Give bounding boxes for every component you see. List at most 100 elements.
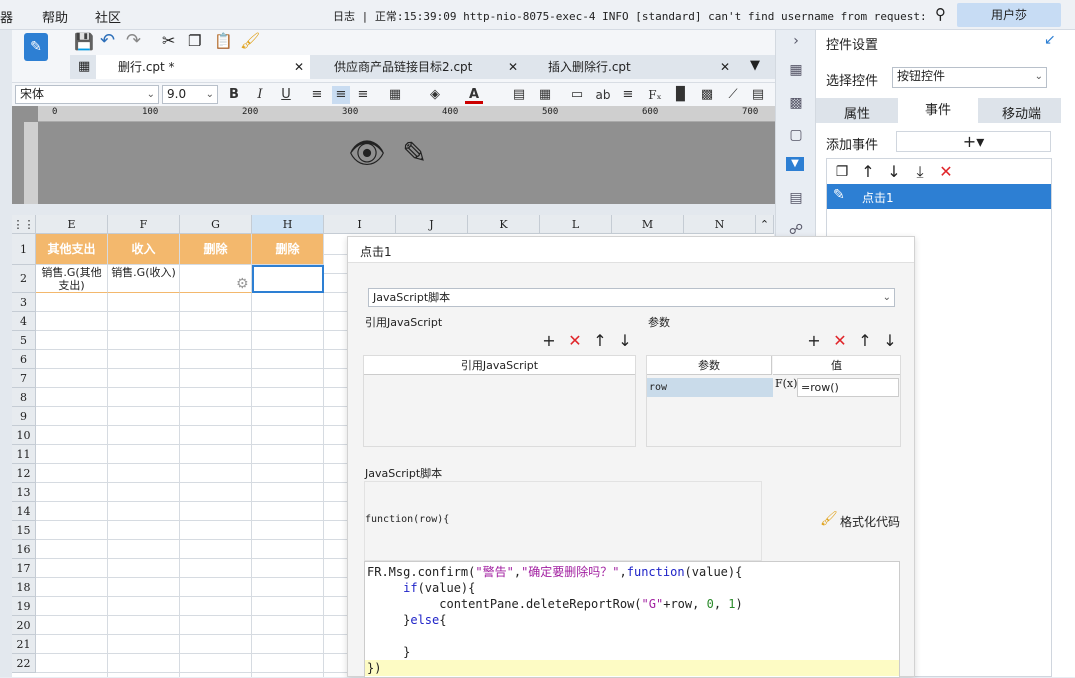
arrow-up-icon[interactable]: ↑ (856, 332, 874, 350)
param-value-input[interactable]: =row() (797, 378, 899, 397)
copy-icon[interactable]: ❐ (833, 163, 851, 181)
undo-icon[interactable]: ↶ (100, 30, 115, 51)
font-size-select[interactable]: 9.0 ⌄ (162, 85, 218, 104)
row-header[interactable]: 20 (12, 616, 36, 635)
fill-color-icon[interactable]: ◈ (426, 86, 444, 104)
copy-icon[interactable]: ❐ (188, 32, 201, 50)
close-icon[interactable]: ✕ (508, 55, 518, 79)
column-header[interactable]: H (252, 215, 324, 234)
cell-g2[interactable]: ⚙ (180, 265, 252, 293)
edit-pencil-icon[interactable]: ✎ (402, 136, 427, 171)
column-header[interactable]: J (396, 215, 468, 234)
menu-item-community[interactable]: 社区 (95, 7, 121, 26)
close-icon[interactable]: ✕ (294, 55, 304, 79)
row-header[interactable]: 5 (12, 331, 36, 350)
cell-h2-selected[interactable] (252, 265, 324, 293)
column-header[interactable]: M (612, 215, 684, 234)
arrow-down-icon[interactable]: ↓ (885, 163, 903, 181)
row-header[interactable]: 1 (12, 234, 36, 265)
text-box-icon[interactable]: ▭ (568, 86, 586, 104)
paste-icon[interactable]: 📋 (214, 32, 233, 50)
row-header[interactable]: 18 (12, 578, 36, 597)
align-right-icon[interactable]: ≡ (354, 86, 372, 104)
column-header[interactable]: L (540, 215, 612, 234)
row-header[interactable]: 11 (12, 445, 36, 464)
delete-icon[interactable]: ✕ (937, 163, 955, 181)
row-header[interactable]: 3 (12, 293, 36, 312)
float-element-icon[interactable]: ▢ (786, 125, 806, 145)
chevron-right-icon[interactable]: › (786, 31, 806, 51)
column-header[interactable]: G (180, 215, 252, 234)
cell-h1[interactable]: 删除 (252, 234, 324, 265)
save-icon[interactable]: 💾 (74, 32, 94, 51)
cell-attributes-icon[interactable]: ▦ (786, 60, 806, 80)
row-header[interactable]: 13 (12, 483, 36, 502)
collapse-arrow-icon[interactable]: ↙ (1044, 32, 1056, 48)
parameter-design-area[interactable]: 0 100 200 300 400 500 600 700 👁 ✎ (12, 106, 775, 204)
text-ab-icon[interactable]: ab (594, 86, 612, 104)
format-code-button[interactable]: 格式化代码 (840, 513, 900, 530)
italic-icon[interactable]: I (251, 86, 269, 104)
new-report-icon[interactable]: ✎ (24, 33, 48, 61)
grid-icon[interactable]: ▦ (78, 59, 90, 74)
arrow-down-icon[interactable]: ↓ (881, 332, 899, 350)
column-header[interactable]: N (684, 215, 756, 234)
formula-icon[interactable]: Fₓ (646, 86, 664, 104)
cell-e2[interactable]: 销售.G(其他支出) (36, 265, 108, 293)
row-header[interactable]: 7 (12, 369, 36, 388)
tab-properties[interactable]: 属性 (844, 103, 870, 122)
menu-item-server[interactable]: 器 (0, 7, 13, 26)
user-button[interactable]: 用户莎 (957, 3, 1061, 27)
code-editor[interactable]: FR.Msg.confirm("警告","确定要删除吗？",function(v… (364, 561, 900, 678)
cut-icon[interactable]: ✂ (162, 31, 175, 50)
splitter[interactable] (12, 204, 775, 215)
paragraph-icon[interactable]: ≡ (619, 86, 637, 104)
cell-element-icon[interactable]: ▩ (786, 93, 806, 113)
row-header[interactable]: 8 (12, 388, 36, 407)
eye-hidden-icon[interactable]: 👁 (348, 136, 386, 171)
row-header[interactable]: 10 (12, 426, 36, 445)
widget-type-select[interactable]: 按钮控件 ⌄ (892, 67, 1047, 88)
sub-report-icon[interactable]: ▤ (749, 86, 767, 104)
tab-delete-row[interactable]: 删行.cpt * ✕ (96, 55, 310, 79)
chart-icon[interactable]: ▉ (672, 86, 690, 104)
redo-icon[interactable]: ↷ (126, 30, 141, 51)
slash-icon[interactable]: ⟋ (724, 86, 742, 104)
move-bottom-icon[interactable]: ⤓ (911, 163, 929, 181)
corner-select-all[interactable]: ⋮⋮ (12, 215, 36, 234)
widget-settings-icon[interactable]: ▼ (786, 157, 804, 171)
event-item[interactable]: ✎ 点击1 (827, 184, 1051, 209)
split-cells-icon[interactable]: ▦ (536, 86, 554, 104)
cell-f1[interactable]: 收入 (108, 234, 180, 265)
row-header[interactable]: 2 (12, 265, 36, 293)
script-type-select[interactable]: JavaScript脚本 ⌄ (368, 288, 895, 307)
cell-f2[interactable]: 销售.G(收入) (108, 265, 180, 293)
tab-mobile[interactable]: 移动端 (1002, 103, 1041, 122)
row-header[interactable]: 16 (12, 540, 36, 559)
menu-item-help[interactable]: 帮助 (42, 7, 68, 26)
merge-cells-icon[interactable]: ▤ (510, 86, 528, 104)
row-header[interactable]: 14 (12, 502, 36, 521)
row-header[interactable]: 17 (12, 559, 36, 578)
column-header[interactable]: F (108, 215, 180, 234)
param-name-cell[interactable]: row (647, 378, 773, 397)
align-left-icon[interactable]: ≡ (308, 86, 326, 104)
arrow-up-icon[interactable]: ↑ (591, 332, 609, 350)
font-color-icon[interactable]: A (465, 86, 483, 104)
bold-icon[interactable]: B (225, 86, 243, 104)
tab-supplier-product[interactable]: 供应商产品链接目标2.cpt ✕ (312, 55, 524, 79)
tab-events[interactable]: 事件 (898, 98, 978, 123)
column-header[interactable]: E (36, 215, 108, 234)
condition-attributes-icon[interactable]: ▤ (786, 188, 806, 208)
add-icon[interactable]: + (805, 332, 823, 350)
row-header[interactable]: 9 (12, 407, 36, 426)
cell-e1[interactable]: 其他支出 (36, 234, 108, 265)
arrow-up-icon[interactable]: ↑ (859, 163, 877, 181)
row-header[interactable]: 4 (12, 312, 36, 331)
format-brush-icon[interactable]: 🖌 (820, 511, 838, 527)
underline-icon[interactable]: U (277, 86, 295, 104)
row-header[interactable]: 19 (12, 597, 36, 616)
log-status-text[interactable]: 日志 | 正常:15:39:09 http-nio-8075-exec-4 IN… (333, 8, 933, 24)
align-center-icon[interactable]: ≡ (332, 86, 350, 104)
image-icon[interactable]: ▩ (698, 86, 716, 104)
